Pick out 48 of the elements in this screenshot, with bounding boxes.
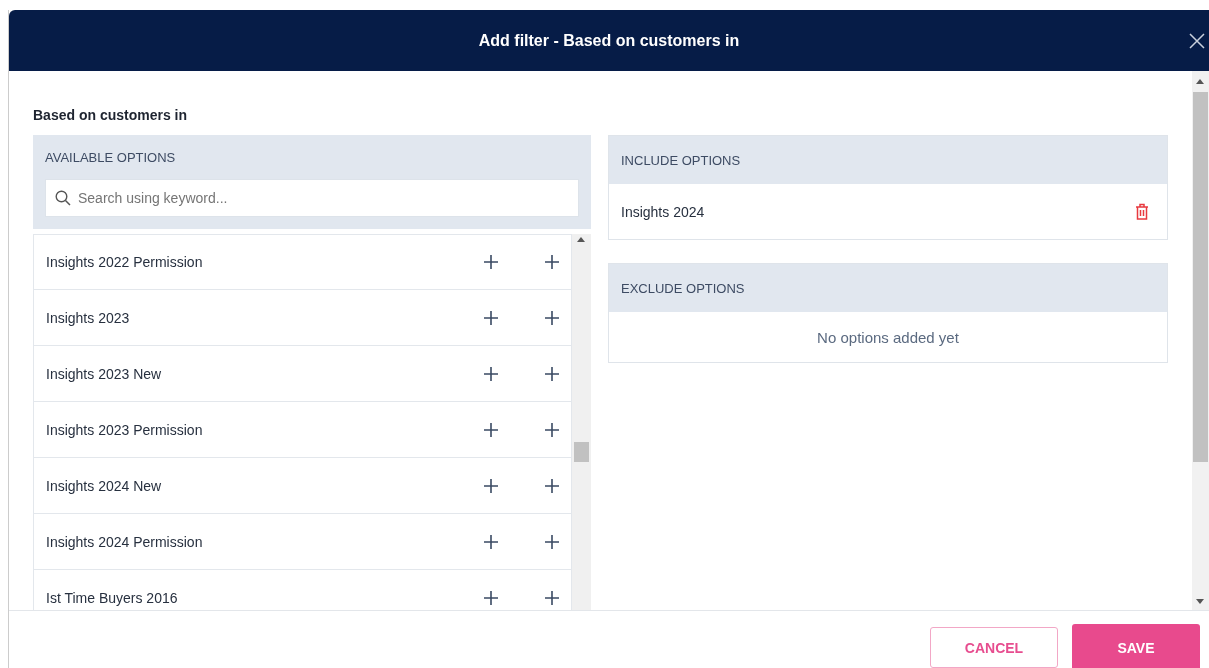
plus-icon[interactable] <box>484 310 498 325</box>
option-label: Insights 2022 Permission <box>46 254 204 270</box>
scroll-up-icon[interactable] <box>1196 79 1204 84</box>
empty-message: No options added yet <box>817 328 959 346</box>
plus-icon[interactable] <box>484 255 498 269</box>
search-icon <box>55 190 71 206</box>
trash-icon[interactable] <box>1135 203 1149 220</box>
panel-heading: INCLUDE OPTIONS <box>621 152 741 168</box>
panel-heading: AVAILABLE OPTIONS <box>45 150 176 165</box>
option-label: Insights 2024 <box>621 203 705 220</box>
dialog-title: Add filter - Based on customers in <box>478 31 740 50</box>
plus-icon[interactable] <box>545 255 559 269</box>
scrollbar-thumb[interactable] <box>574 442 589 462</box>
option-label: Insights 2023 New <box>46 365 163 382</box>
scroll-down-icon[interactable] <box>1196 599 1204 604</box>
scrollbar[interactable] <box>1192 71 1209 610</box>
option-label: Ist Time Buyers 2016 <box>46 589 179 606</box>
option-label: Insights 2024 Permission <box>46 533 204 550</box>
plus-icon[interactable] <box>545 534 559 549</box>
plus-icon[interactable] <box>545 310 559 325</box>
option-label: Insights 2023 <box>46 309 131 326</box>
search-field[interactable]: Search using keyword... <box>45 179 579 217</box>
option-row[interactable]: Insights 2023 Permission <box>33 402 572 458</box>
plus-icon[interactable] <box>545 590 559 605</box>
close-icon[interactable] <box>1189 33 1205 49</box>
cancel-button[interactable]: CANCEL <box>930 627 1058 668</box>
option-row[interactable]: Insights 2022 Permission <box>33 234 572 290</box>
scrollbar[interactable] <box>572 234 591 610</box>
option-row[interactable]: Ist Time Buyers 2016 <box>33 570 572 610</box>
option-row[interactable]: Insights 2023 New <box>33 346 572 402</box>
plus-icon[interactable] <box>545 422 559 437</box>
plus-icon[interactable] <box>484 366 498 381</box>
plus-icon[interactable] <box>484 422 498 437</box>
plus-icon[interactable] <box>484 534 498 549</box>
section-title: Based on customers in <box>33 107 189 123</box>
panel-heading: EXCLUDE OPTIONS <box>621 280 745 296</box>
plus-icon[interactable] <box>484 590 498 605</box>
option-label: Insights 2023 Permission <box>46 421 204 438</box>
option-row[interactable]: Insights 2024 Permission <box>33 514 572 570</box>
plus-icon[interactable] <box>545 478 559 493</box>
option-row[interactable]: Insights 2024 New <box>33 458 572 514</box>
scrollbar-thumb[interactable] <box>1193 92 1208 462</box>
plus-icon[interactable] <box>484 478 498 493</box>
option-row[interactable]: Insights 2023 <box>33 290 572 346</box>
scroll-up-icon[interactable] <box>577 237 585 242</box>
save-button[interactable]: SAVE <box>1072 624 1200 668</box>
plus-icon[interactable] <box>545 366 559 381</box>
option-label: Insights 2024 New <box>46 477 163 494</box>
